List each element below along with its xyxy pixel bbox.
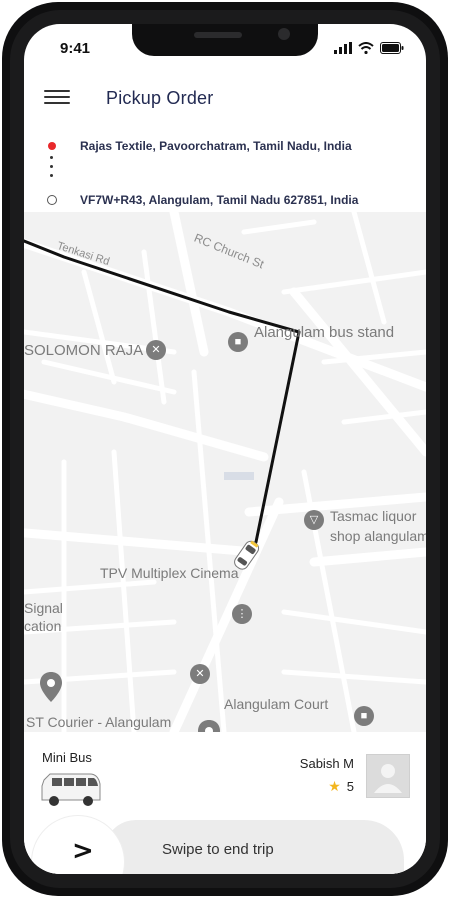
status-icons	[334, 42, 404, 54]
star-icon: ★	[328, 778, 341, 794]
location-pin-icon	[40, 672, 62, 702]
pickup-dot-icon	[48, 142, 56, 150]
dropoff-dot-icon	[47, 195, 57, 205]
swipe-label: Swipe to end trip	[162, 841, 274, 858]
chevron-right-icon: >	[72, 836, 94, 866]
user-placeholder-icon	[374, 764, 402, 793]
speaker-grille	[194, 32, 242, 38]
restaurant-icon-2: ✕	[190, 664, 210, 684]
location-pin-icon-2	[198, 720, 220, 732]
route-connector-dots	[50, 156, 54, 183]
swipe-to-end-trip-slider[interactable]: Swipe to end trip	[104, 820, 404, 874]
vehicle-type-label: Mini Bus	[42, 750, 92, 765]
swipe-handle[interactable]: >	[32, 816, 124, 874]
pickup-row: Rajas Textile, Pavoorchatram, Tamil Nadu…	[24, 136, 426, 156]
map-label-solomon: SOLOMON RAJA	[24, 342, 144, 359]
restaurant-icon: ✕	[146, 340, 166, 360]
driver-name: Sabish M	[299, 756, 354, 771]
map-label-tasmac-2: shop alangulam	[330, 528, 426, 544]
hamburger-menu-icon[interactable]	[44, 86, 70, 108]
driver-rating: ★ 5	[328, 778, 354, 795]
traffic-signal-icon: ⋮	[232, 604, 252, 624]
app-screen: 9:41 Pickup Order Rajas Textile, Pavoorc…	[24, 24, 426, 874]
map-label-tpv: TPV Multiplex Cinema	[100, 565, 239, 581]
court-icon: ■	[354, 706, 374, 726]
driver-avatar[interactable]	[366, 754, 410, 798]
map-view[interactable]: Tenkasi Rd RC Church St ■ Alangulam bus …	[24, 212, 426, 732]
wifi-icon	[358, 42, 374, 54]
pickup-address: Rajas Textile, Pavoorchatram, Tamil Nadu…	[80, 139, 352, 153]
app-header: Pickup Order	[24, 72, 426, 129]
mini-bus-icon	[41, 773, 101, 806]
page-title: Pickup Order	[106, 88, 214, 108]
rating-value: 5	[346, 779, 354, 794]
map-label-tasmac-1: Tasmac liquor	[330, 508, 417, 524]
front-camera	[278, 28, 290, 40]
route-summary: Rajas Textile, Pavoorchatram, Tamil Nadu…	[24, 128, 426, 212]
map-label-bus-stand: Alangulam bus stand	[254, 324, 395, 341]
map-label-signal-2: cation	[24, 618, 62, 634]
map-streets	[24, 212, 426, 732]
map-label-court: Alangulam Court	[224, 696, 329, 712]
signal-icon	[334, 42, 352, 54]
dropoff-row: VF7W+R43, Alangulam, Tamil Nadu 627851, …	[24, 190, 426, 210]
phone-notch	[132, 24, 318, 56]
bar-icon: ▽	[304, 510, 324, 530]
trip-panel: Mini Bus Sabish M ★ 5 Swipe to end trip …	[24, 732, 426, 874]
battery-icon	[380, 42, 404, 54]
car-icon	[234, 540, 260, 570]
status-time: 9:41	[60, 40, 91, 57]
map-label-signal-1: Signal	[24, 600, 63, 616]
bus-stand-icon: ■	[228, 332, 248, 352]
map-label-st-courier: ST Courier - Alangulam	[26, 714, 172, 730]
dropoff-address: VF7W+R43, Alangulam, Tamil Nadu 627851, …	[80, 193, 359, 207]
